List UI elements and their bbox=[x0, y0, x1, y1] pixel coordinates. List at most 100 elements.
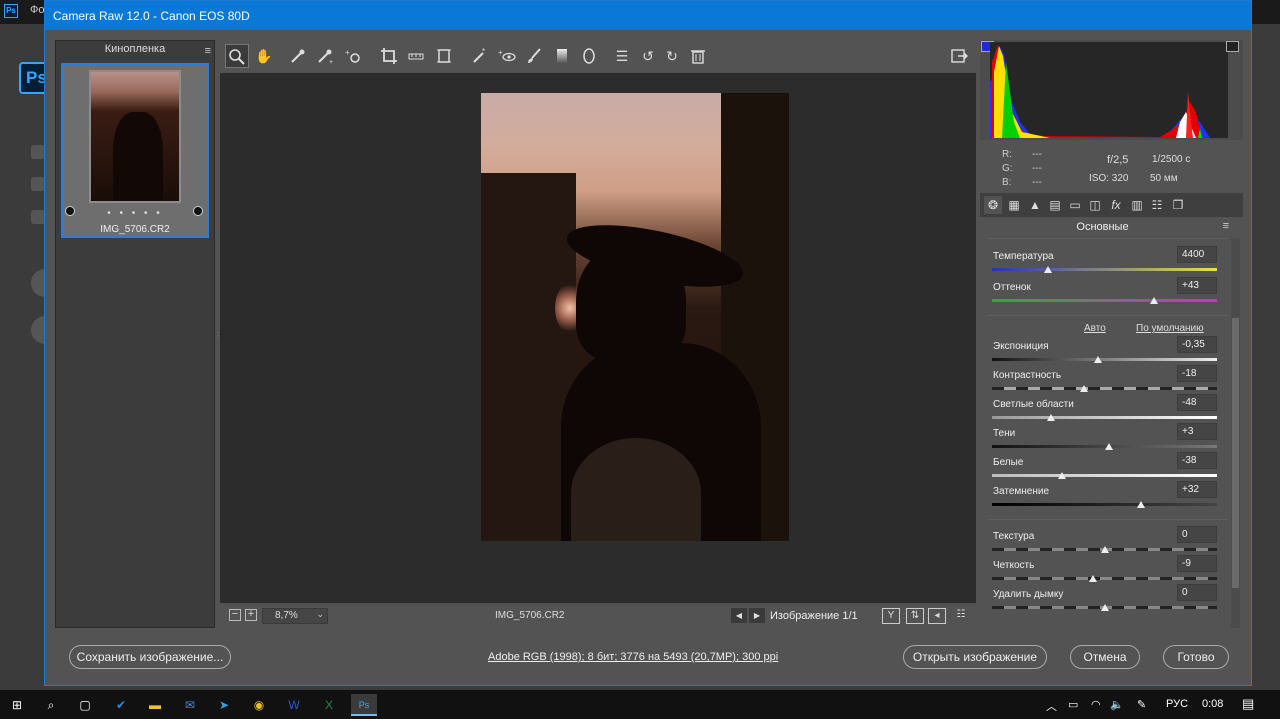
preferences-list-icon[interactable]: ☰ bbox=[610, 44, 634, 68]
hand-tool-icon[interactable]: ✋ bbox=[252, 44, 276, 68]
tab-split-toning-icon[interactable]: ▭ bbox=[1066, 196, 1084, 214]
tab-detail-icon[interactable]: ▲ bbox=[1026, 196, 1044, 214]
chrome-icon[interactable]: ◉ bbox=[248, 694, 270, 716]
slider-knob[interactable] bbox=[1057, 472, 1066, 479]
slider-highlights[interactable]: Светлые области -48 bbox=[992, 394, 1217, 426]
slider-track[interactable] bbox=[992, 299, 1217, 302]
slider-contrast[interactable]: Контрастность -18 bbox=[992, 365, 1217, 397]
auto-link[interactable]: Авто bbox=[1084, 323, 1106, 334]
task-view-icon[interactable]: ▢ bbox=[74, 694, 96, 716]
panel-resize-handle[interactable]: ⋮ bbox=[214, 331, 222, 340]
slider-value-field[interactable]: 0 bbox=[1177, 526, 1217, 543]
slider-knob[interactable] bbox=[1093, 356, 1102, 363]
slider-value-field[interactable]: -18 bbox=[1177, 365, 1217, 382]
slider-dehaze[interactable]: Удалить дымку 0 bbox=[992, 584, 1217, 616]
slider-knob[interactable] bbox=[1089, 575, 1098, 582]
rotate-right-icon[interactable]: ↻ bbox=[660, 44, 684, 68]
slider-whites[interactable]: Белые -38 bbox=[992, 452, 1217, 484]
scrollbar-thumb[interactable] bbox=[1232, 318, 1239, 588]
transform-tool-icon[interactable] bbox=[432, 44, 456, 68]
slider-track[interactable] bbox=[992, 577, 1217, 580]
start-icon[interactable]: ⊞ bbox=[6, 694, 28, 716]
excel-icon[interactable]: X bbox=[318, 694, 340, 716]
mail-icon[interactable]: ✉ bbox=[179, 694, 201, 716]
trash-icon[interactable] bbox=[686, 44, 710, 68]
slider-shadows[interactable]: Тени +3 bbox=[992, 423, 1217, 455]
workflow-options-link[interactable]: Adobe RGB (1998); 8 бит; 3776 на 5493 (2… bbox=[488, 651, 778, 663]
color-sampler-icon[interactable]: + bbox=[313, 44, 337, 68]
wifi-icon[interactable]: ◠ bbox=[1091, 698, 1101, 711]
slider-value-field[interactable]: -48 bbox=[1177, 394, 1217, 411]
straighten-tool-icon[interactable] bbox=[404, 44, 428, 68]
tab-snapshots-icon[interactable]: ❐ bbox=[1169, 196, 1187, 214]
previous-image-button[interactable]: ◀ bbox=[731, 608, 747, 623]
slider-track[interactable] bbox=[992, 358, 1217, 361]
copy-settings-icon[interactable]: ◂ bbox=[928, 608, 946, 624]
tab-tone-curve-icon[interactable]: ▦ bbox=[1005, 196, 1023, 214]
slider-value-field[interactable]: 4400 bbox=[1177, 246, 1217, 263]
slider-knob[interactable] bbox=[1100, 604, 1109, 611]
next-image-button[interactable]: ▶ bbox=[749, 608, 765, 623]
tab-presets-icon[interactable]: ☷ bbox=[1148, 196, 1166, 214]
adjustment-brush-icon[interactable] bbox=[522, 44, 546, 68]
explorer-icon[interactable]: ▬ bbox=[144, 694, 166, 716]
rating-dots[interactable]: • • • • • bbox=[63, 208, 207, 219]
slider-value-field[interactable]: 0 bbox=[1177, 584, 1217, 601]
zoom-tool-icon[interactable] bbox=[225, 44, 249, 68]
slider-track[interactable] bbox=[992, 503, 1217, 506]
slider-tint[interactable]: Оттенок +43 bbox=[992, 277, 1217, 309]
panel-scrollbar[interactable] bbox=[1231, 238, 1240, 628]
open-image-button[interactable]: Открыть изображение bbox=[903, 645, 1047, 669]
crop-tool-icon[interactable] bbox=[377, 44, 401, 68]
photoshop-taskbar-icon[interactable]: Ps bbox=[351, 694, 377, 716]
filmstrip-menu-icon[interactable]: ≡ bbox=[205, 43, 211, 60]
preview-settings-icon[interactable]: ☷ bbox=[952, 608, 970, 624]
zoom-out-button[interactable]: − bbox=[229, 609, 241, 621]
slider-knob[interactable] bbox=[1080, 385, 1089, 392]
tab-calibration-icon[interactable]: ▥ bbox=[1128, 196, 1146, 214]
slider-value-field[interactable]: +43 bbox=[1177, 277, 1217, 294]
slider-exposure[interactable]: Экспониция -0,35 bbox=[992, 336, 1217, 368]
slider-knob[interactable] bbox=[1136, 501, 1145, 508]
slider-value-field[interactable]: +32 bbox=[1177, 481, 1217, 498]
slider-knob[interactable] bbox=[1150, 297, 1158, 304]
slider-track[interactable] bbox=[992, 268, 1217, 271]
tab-basic-icon[interactable]: ❂ bbox=[984, 196, 1002, 214]
search-icon[interactable]: ⌕ bbox=[40, 694, 62, 716]
tab-hsl-icon[interactable]: ▤ bbox=[1046, 196, 1064, 214]
telegram-icon[interactable]: ➤ bbox=[213, 694, 235, 716]
slider-value-field[interactable]: -0,35 bbox=[1177, 336, 1217, 353]
cancel-button[interactable]: Отмена bbox=[1070, 645, 1140, 669]
fullscreen-toggle-icon[interactable] bbox=[947, 44, 971, 68]
slider-texture[interactable]: Текстура 0 bbox=[992, 526, 1217, 558]
highlight-clipping-toggle[interactable] bbox=[1226, 41, 1239, 52]
white-balance-eyedropper-icon[interactable] bbox=[286, 44, 310, 68]
slider-knob[interactable] bbox=[1044, 266, 1053, 273]
volume-icon[interactable]: 🔈 bbox=[1110, 698, 1124, 711]
slider-blacks[interactable]: Затемнение +32 bbox=[992, 481, 1217, 513]
slider-value-field[interactable]: -9 bbox=[1177, 555, 1217, 572]
save-image-button[interactable]: Сохранить изображение... bbox=[69, 645, 231, 669]
slider-temperature[interactable]: Температура 4400 bbox=[992, 246, 1217, 278]
radial-filter-icon[interactable] bbox=[577, 44, 601, 68]
slider-track[interactable] bbox=[992, 387, 1217, 390]
zoom-in-button[interactable]: + bbox=[245, 609, 257, 621]
before-after-y-icon[interactable]: Y bbox=[882, 608, 900, 624]
clock[interactable]: 0:08 bbox=[1202, 698, 1223, 710]
panel-menu-icon[interactable]: ≡ bbox=[1223, 220, 1229, 232]
slider-track[interactable] bbox=[992, 416, 1217, 419]
notifications-icon[interactable]: ▤ bbox=[1242, 696, 1254, 712]
slider-value-field[interactable]: +3 bbox=[1177, 423, 1217, 440]
slider-knob[interactable] bbox=[1046, 414, 1055, 421]
rotate-left-icon[interactable]: ↺ bbox=[636, 44, 660, 68]
swap-before-after-icon[interactable]: ⇅ bbox=[906, 608, 924, 624]
targeted-adjustment-icon[interactable]: + bbox=[341, 44, 365, 68]
slider-clarity[interactable]: Четкость -9 bbox=[992, 555, 1217, 587]
tab-effects-icon[interactable]: fx bbox=[1107, 196, 1125, 214]
image-preview[interactable] bbox=[220, 73, 976, 603]
tray-expand-icon[interactable]: ︿ bbox=[1046, 698, 1057, 714]
slider-knob[interactable] bbox=[1100, 546, 1109, 553]
slider-knob[interactable] bbox=[1105, 443, 1113, 450]
graduated-filter-icon[interactable] bbox=[550, 44, 574, 68]
todo-icon[interactable]: ✔ bbox=[110, 694, 132, 716]
